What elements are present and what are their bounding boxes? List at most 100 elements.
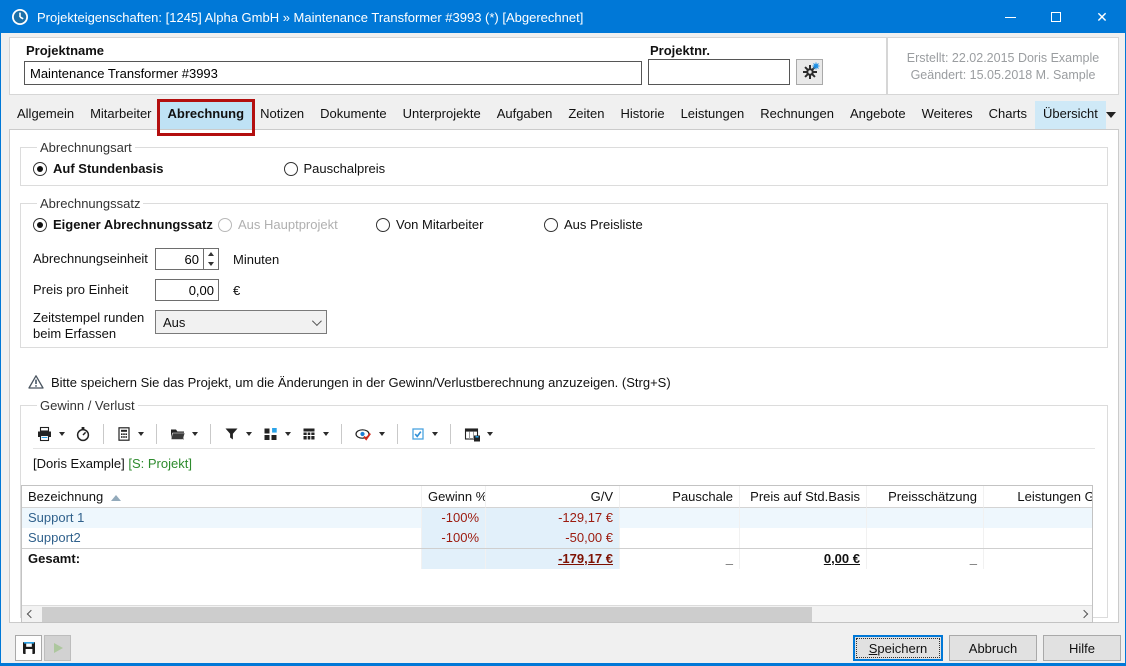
dropdown-caret-icon: [432, 432, 438, 436]
tab-notizen[interactable]: Notizen: [252, 101, 312, 129]
save-button[interactable]: Speichern: [853, 635, 943, 661]
tab-charts[interactable]: Charts: [981, 101, 1035, 129]
table-export-button[interactable]: [460, 424, 496, 444]
table-row[interactable]: Support 1 -100% -129,17 €: [22, 508, 1093, 528]
preis-pro-einheit-input[interactable]: [155, 279, 219, 301]
sum-calculator-button[interactable]: [298, 424, 332, 444]
minimize-button[interactable]: [987, 1, 1033, 33]
toolbar-separator: [156, 424, 157, 444]
tab-angebote[interactable]: Angebote: [842, 101, 914, 129]
projektnr-settings-button[interactable]: [796, 59, 823, 85]
col-preis-std-basis[interactable]: Preis auf Std.Basis: [740, 486, 867, 508]
filter-button[interactable]: [220, 424, 255, 444]
radio-button-icon: [218, 218, 232, 232]
dropdown-caret-icon: [59, 432, 65, 436]
cell-gewinn-pct: -100%: [422, 528, 486, 548]
horizontal-scrollbar[interactable]: [22, 605, 1092, 622]
save-warning-text: Bitte speichern Sie das Projekt, um die …: [51, 375, 671, 390]
abrechnung-tab-content: Abrechnungsart Auf Stundenbasis Pauschal…: [9, 129, 1119, 623]
abrechnungssatz-group: Abrechnungssatz Eigener Abrechnungssatz …: [20, 196, 1108, 348]
projektname-input[interactable]: [24, 61, 642, 85]
cell-preis-std-total: 0,00 €: [824, 551, 860, 566]
tab-mitarbeiter[interactable]: Mitarbeiter: [82, 101, 159, 129]
col-bezeichnung[interactable]: Bezeichnung: [22, 486, 422, 508]
table-row[interactable]: Support2 -100% -50,00 €: [22, 528, 1093, 548]
col-leistungen-gv[interactable]: Leistungen G/V: [984, 486, 1093, 508]
radio-eigener-abrechnungssatz[interactable]: Eigener Abrechnungssatz: [33, 217, 218, 232]
save-button-label: Speichern: [869, 641, 928, 656]
radio-button-icon: [284, 162, 298, 176]
euro-suffix: €: [233, 283, 240, 298]
tab-weiteres[interactable]: Weiteres: [914, 101, 981, 129]
modified-info: Geändert: 15.05.2018 M. Sample: [888, 68, 1118, 82]
col-preisschaetzung[interactable]: Preisschätzung: [867, 486, 984, 508]
visibility-check-icon: [354, 426, 373, 442]
close-button[interactable]: ✕: [1079, 1, 1125, 33]
chevron-down-icon[interactable]: [1106, 112, 1116, 118]
radio-von-mitarbeiter[interactable]: Von Mitarbeiter: [376, 217, 544, 232]
scroll-right-arrow-icon[interactable]: [1075, 606, 1092, 623]
abrechnungssatz-legend: Abrechnungssatz: [37, 196, 143, 211]
play-icon: [50, 640, 66, 656]
select-value: Aus: [163, 315, 185, 330]
col-pauschale[interactable]: Pauschale: [620, 486, 740, 508]
tab-aufgaben[interactable]: Aufgaben: [489, 101, 561, 129]
tab-uebersicht[interactable]: Übersicht: [1035, 101, 1106, 129]
folder-button[interactable]: [166, 424, 201, 444]
help-button[interactable]: Hilfe: [1043, 635, 1121, 661]
scrollbar-thumb[interactable]: [42, 607, 812, 622]
radio-label: Pauschalpreis: [304, 161, 386, 176]
col-gv[interactable]: G/V: [486, 486, 620, 508]
cell-leistungen: [984, 528, 1093, 548]
scope-tag: [S: Projekt]: [128, 456, 192, 471]
calculator-button[interactable]: [113, 424, 147, 444]
dropdown-caret-icon: [487, 432, 493, 436]
project-header-panel: Projektname Projektnr.: [9, 37, 887, 95]
dropdown-caret-icon: [379, 432, 385, 436]
help-button-label: Hilfe: [1069, 641, 1095, 656]
print-button[interactable]: [33, 424, 68, 444]
created-info: Erstellt: 22.02.2015 Doris Example: [888, 51, 1118, 65]
tab-dokumente[interactable]: Dokumente: [312, 101, 394, 129]
checkbox-options-button[interactable]: [407, 424, 441, 444]
tab-allgemein[interactable]: Allgemein: [9, 101, 82, 129]
cell-bezeichnung: Support 1: [22, 508, 422, 528]
tab-historie[interactable]: Historie: [613, 101, 673, 129]
maximize-button[interactable]: [1033, 1, 1079, 33]
filter-icon: [223, 426, 240, 442]
tab-leistungen[interactable]: Leistungen: [673, 101, 753, 129]
zeitstempel-runden-select[interactable]: Aus: [155, 310, 327, 334]
gv-table-header: Bezeichnung Gewinn % G/V Pauschale Preis…: [22, 486, 1093, 508]
calculator-icon: [116, 426, 132, 442]
radio-button-icon: [33, 162, 47, 176]
tab-rechnungen[interactable]: Rechnungen: [752, 101, 842, 129]
warning-triangle-icon: [28, 374, 44, 390]
radio-auf-stundenbasis[interactable]: Auf Stundenbasis: [33, 161, 164, 176]
checkbox-options-icon: [410, 426, 426, 442]
cell-gv: -50,00 €: [486, 528, 620, 548]
tab-abrechnung[interactable]: Abrechnung: [160, 101, 253, 129]
abrechnungsart-group: Abrechnungsart Auf Stundenbasis Pauschal…: [20, 140, 1108, 186]
sort-ascending-icon: [111, 495, 121, 501]
tab-abrechnung-label: Abrechnung: [168, 106, 245, 121]
tab-zeiten[interactable]: Zeiten: [560, 101, 612, 129]
timer-button[interactable]: [72, 424, 94, 444]
abrechnungseinheit-input[interactable]: [155, 248, 204, 270]
layout-blocks-button[interactable]: [259, 424, 294, 444]
dropdown-caret-icon: [192, 432, 198, 436]
scroll-left-arrow-icon[interactable]: [22, 606, 39, 623]
cell-leistungen: [984, 508, 1093, 528]
minimize-icon: [1005, 17, 1016, 18]
tab-unterprojekte[interactable]: Unterprojekte: [395, 101, 489, 129]
titlebar: Projekteigenschaften: [1245] Alpha GmbH …: [1, 1, 1125, 33]
radio-aus-preisliste[interactable]: Aus Preisliste: [544, 217, 643, 232]
cancel-button[interactable]: Abbruch: [949, 635, 1037, 661]
visibility-button[interactable]: [351, 424, 388, 444]
projektnr-input[interactable]: [648, 59, 790, 85]
save-warning: Bitte speichern Sie das Projekt, um die …: [28, 374, 671, 390]
radio-pauschalpreis[interactable]: Pauschalpreis: [284, 161, 386, 176]
quick-save-button[interactable]: [15, 635, 42, 661]
radio-button-icon: [376, 218, 390, 232]
col-gewinn-pct[interactable]: Gewinn %: [422, 486, 486, 508]
quantity-stepper[interactable]: [204, 248, 219, 270]
